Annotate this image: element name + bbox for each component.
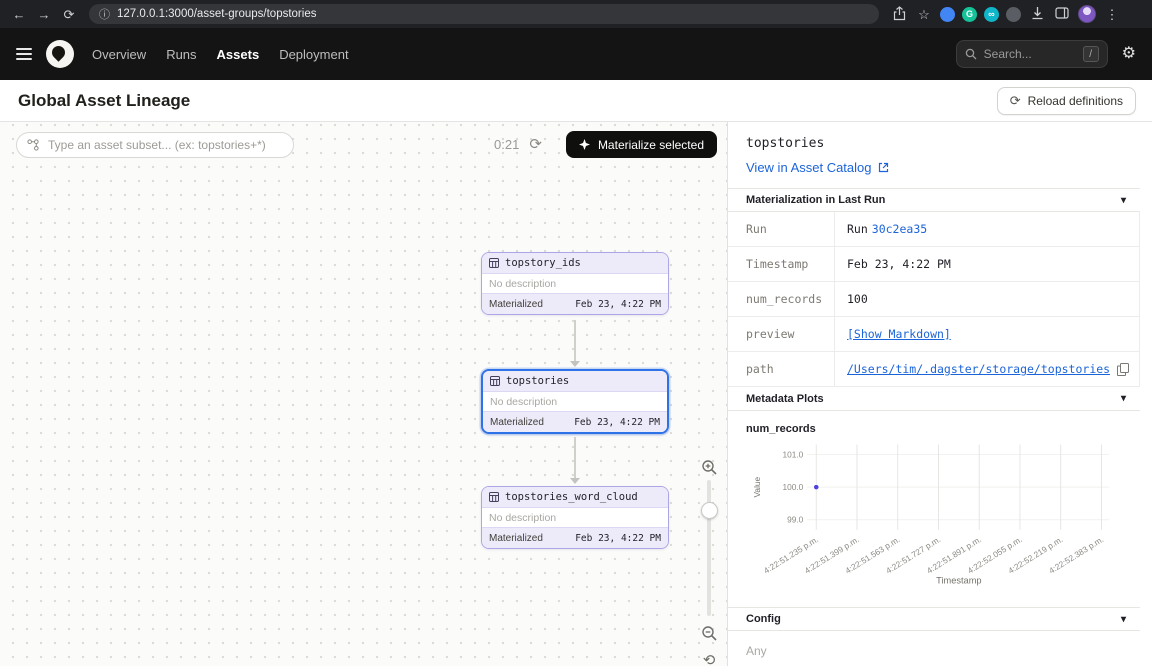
table-row-timestamp: Timestamp Feb 23, 4:22 PM — [728, 247, 1139, 282]
share-icon[interactable] — [890, 6, 908, 23]
browser-menu-icon[interactable]: ⋮ — [1103, 8, 1121, 21]
asset-details-panel: topstories View in Asset Catalog Materia… — [727, 122, 1152, 666]
section-metadata-plots[interactable]: Metadata Plots ▾ — [728, 387, 1140, 411]
table-icon — [489, 258, 499, 268]
site-info-icon[interactable]: ⓘ — [99, 6, 110, 22]
recenter-view-icon[interactable]: ⟲ — [698, 649, 720, 666]
page-header: Global Asset Lineage ⟳ Reload definition… — [0, 80, 1152, 122]
plot-title: num_records — [746, 423, 1130, 435]
asset-node-footer: Materialized Feb 23, 4:22 PM — [482, 527, 668, 548]
config-value: Any — [728, 631, 1140, 666]
asset-node-header: topstory_ids — [482, 253, 668, 274]
svg-text:Value: Value — [752, 476, 762, 497]
svg-text:101.0: 101.0 — [782, 449, 803, 459]
nav-deployment[interactable]: Deployment — [279, 47, 348, 62]
section-materialization-in-last-run[interactable]: Materialization in Last Run ▾ — [728, 188, 1140, 212]
zoom-slider-handle[interactable] — [701, 502, 718, 519]
app-nav: Overview Runs Assets Deployment Search..… — [0, 28, 1152, 80]
back-icon[interactable]: ← — [10, 8, 28, 21]
url-bar[interactable]: ⓘ 127.0.0.1:3000/asset-groups/topstories — [89, 4, 879, 24]
zoom-slider-track[interactable] — [707, 480, 711, 616]
metadata-plot-block: num_records 101.0100.099.04:22:51.235 p.… — [728, 411, 1140, 598]
metadata-plot: 101.0100.099.04:22:51.235 p.m.4:22:51.39… — [746, 439, 1118, 589]
zoom-in-icon[interactable] — [698, 456, 720, 478]
hamburger-menu-icon[interactable] — [16, 48, 32, 60]
show-markdown-link[interactable]: [Show Markdown] — [847, 327, 951, 341]
external-link-icon — [878, 162, 889, 173]
table-icon — [489, 492, 499, 502]
graph-refresh-icon[interactable]: ⟳ — [529, 137, 542, 152]
search-placeholder: Search... — [984, 47, 1032, 61]
asset-node-footer: Materialized Feb 23, 4:22 PM — [483, 411, 667, 432]
search-shortcut-key: / — [1083, 46, 1099, 62]
table-row-path: path /Users/tim/.dagster/storage/topstor… — [728, 352, 1139, 387]
table-row-num-records: num_records 100 — [728, 282, 1139, 317]
nav-runs[interactable]: Runs — [166, 47, 196, 62]
table-row-run: Run Run 30c2ea35 — [728, 212, 1139, 247]
asset-node-topstory-ids[interactable]: topstory_ids No description Materialized… — [481, 252, 669, 315]
dagster-logo[interactable] — [46, 40, 74, 68]
url-text: 127.0.0.1:3000/asset-groups/topstories — [117, 8, 316, 20]
svg-text:Timestamp: Timestamp — [936, 575, 981, 585]
profile-avatar[interactable] — [1078, 5, 1096, 23]
asset-node-header: topstories — [483, 371, 667, 392]
chevron-down-icon: ▾ — [1121, 393, 1126, 404]
downloads-icon[interactable] — [1028, 6, 1046, 22]
edge-arrow-2 — [574, 437, 576, 479]
nav-overview[interactable]: Overview — [92, 47, 146, 62]
search-icon — [965, 48, 977, 60]
global-search-input[interactable]: Search... / — [956, 40, 1108, 68]
path-link[interactable]: /Users/tim/.dagster/storage/topstories — [847, 362, 1110, 376]
asset-node-topstories-word-cloud[interactable]: topstories_word_cloud No description Mat… — [481, 486, 669, 549]
table-icon — [490, 376, 500, 386]
side-panel-icon[interactable] — [1053, 7, 1071, 21]
browser-reload-icon[interactable]: ⟳ — [60, 8, 78, 21]
asset-node-footer: Materialized Feb 23, 4:22 PM — [482, 293, 668, 314]
materialize-sparkle-icon — [579, 139, 590, 150]
asset-node-topstories[interactable]: topstories No description Materialized F… — [481, 369, 669, 434]
materialize-countdown: 0:21 — [494, 137, 519, 152]
reload-definitions-button[interactable]: ⟳ Reload definitions — [997, 87, 1136, 115]
extension-icon-3[interactable]: ∞ — [984, 7, 999, 22]
table-row-preview: preview [Show Markdown] — [728, 317, 1139, 352]
browser-chrome: ← → ⟳ ⓘ 127.0.0.1:3000/asset-groups/tops… — [0, 0, 1152, 28]
graph-toolbar: 0:21 ⟳ Materialize selected — [16, 131, 717, 158]
run-id-link[interactable]: 30c2ea35 — [872, 222, 927, 236]
asset-filter[interactable] — [16, 132, 294, 158]
asset-graph-canvas[interactable]: 0:21 ⟳ Materialize selected topstory_ids… — [0, 122, 727, 666]
copy-icon[interactable] — [1117, 363, 1129, 376]
extension-icon-2[interactable]: G — [962, 7, 977, 22]
edge-arrow-1 — [574, 320, 576, 362]
asset-node-header: topstories_word_cloud — [482, 487, 668, 508]
forward-icon[interactable]: → — [35, 8, 53, 21]
section-config[interactable]: Config ▾ — [728, 607, 1140, 631]
page-title: Global Asset Lineage — [18, 91, 190, 111]
asset-graph-icon — [27, 139, 39, 151]
settings-gear-icon[interactable]: ⚙ — [1122, 46, 1136, 62]
bookmark-star-icon[interactable]: ☆ — [915, 8, 933, 21]
panel-asset-name: topstories — [746, 136, 1124, 151]
materialize-selected-button[interactable]: Materialize selected — [566, 131, 717, 158]
chevron-down-icon: ▾ — [1121, 195, 1126, 206]
svg-text:99.0: 99.0 — [787, 515, 804, 525]
extension-icon-1[interactable] — [940, 7, 955, 22]
asset-filter-input[interactable] — [46, 137, 283, 153]
zoom-out-icon[interactable] — [698, 622, 720, 644]
svg-text:100.0: 100.0 — [782, 482, 803, 492]
extension-icon-4[interactable] — [1006, 7, 1021, 22]
nav-assets[interactable]: Assets — [217, 47, 260, 62]
refresh-icon: ⟳ — [1010, 94, 1021, 107]
materialization-table: Run Run 30c2ea35 Timestamp Feb 23, 4:22 … — [728, 212, 1140, 387]
view-in-asset-catalog-link[interactable]: View in Asset Catalog — [746, 160, 889, 175]
chevron-down-icon: ▾ — [1121, 614, 1126, 625]
